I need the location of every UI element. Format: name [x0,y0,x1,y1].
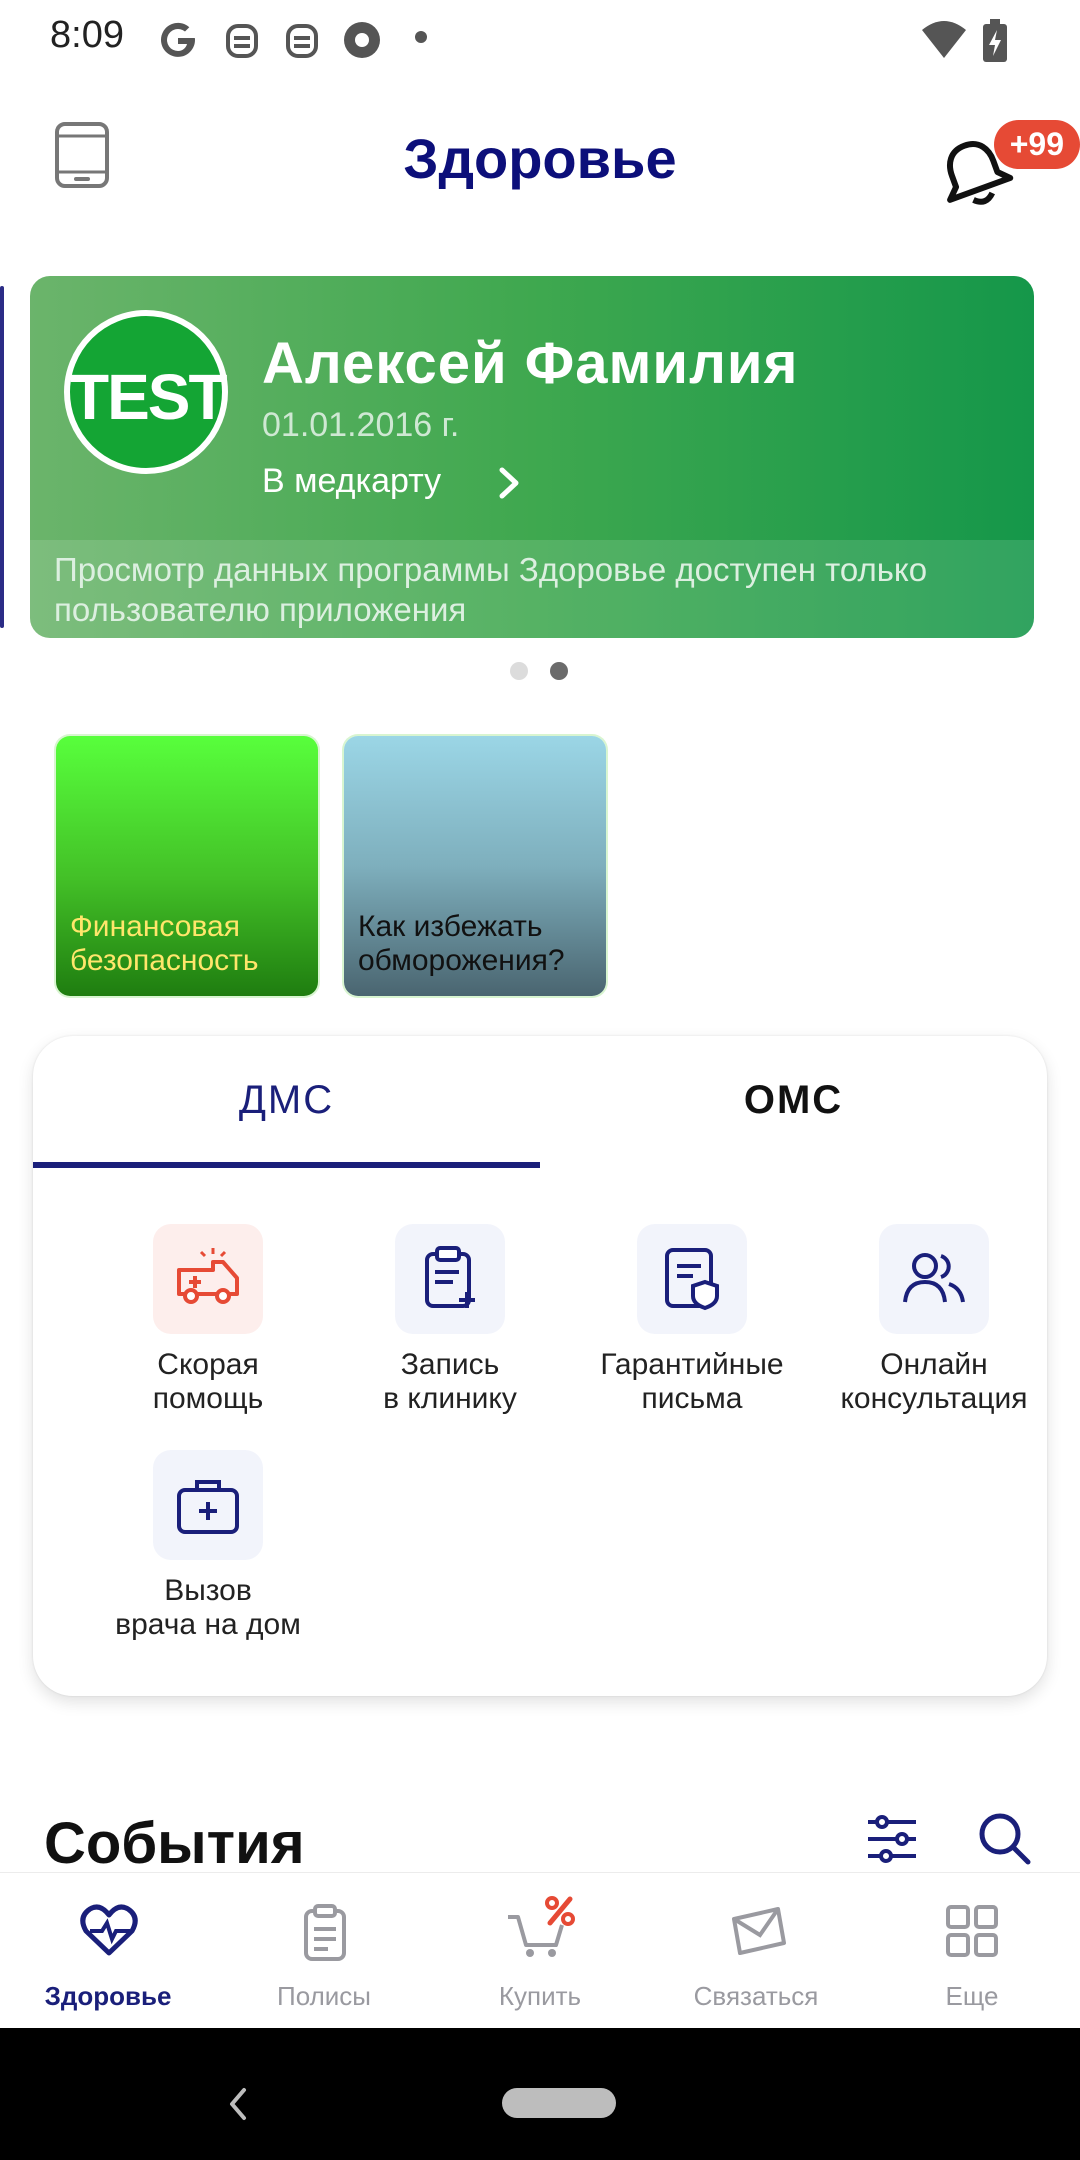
android-robot-icon [226,24,258,58]
document-shield-icon [665,1248,719,1311]
clipboard-icon [304,1904,346,1961]
cart-percent-icon [508,1896,575,1957]
clipboard-add-icon [425,1246,475,1308]
back-icon[interactable] [224,2084,252,2124]
dot-icon [415,31,427,43]
android-robot-icon [286,24,318,58]
profile-birth-date: 01.01.2016 г. [262,406,460,444]
notification-badge: +99 [993,120,1080,169]
services-card: ДМС ОМС Скорая помощь Запись в клинику Г… [33,1036,1047,1696]
document-shield-icon-box [637,1224,747,1334]
users-icon-box [879,1224,989,1334]
nav-item-buy[interactable]: Купить [432,1873,648,2029]
system-nav-bar [0,2028,1080,2160]
ambulance-icon [177,1248,239,1304]
tab-oms[interactable]: ОМС [540,1078,1047,1123]
nav-item-more[interactable]: Еще [864,1873,1080,2029]
tab-dms[interactable]: ДМС [33,1078,540,1123]
heart-pulse-icon [80,1904,138,1956]
avatar: TEST [64,310,228,474]
search-icon[interactable] [974,1808,1034,1868]
service-label: Скорая помощь [152,1348,264,1415]
filter-icon[interactable] [864,1812,920,1866]
nav-item-policies[interactable]: Полисы [216,1873,432,2029]
events-title: События [44,1811,305,1876]
medkit-icon [177,1480,239,1534]
battery-charging-icon [983,19,1007,62]
service-label: Гарантийные письма [600,1348,784,1415]
users-icon [903,1253,965,1303]
service-home-doctor[interactable]: Вызов врача на дом [87,1450,329,1642]
carousel-dot[interactable] [510,662,528,680]
mail-icon [732,1907,786,1955]
nav-label: Здоровье [44,1981,172,2011]
profile-card[interactable]: TEST Алексей Фамилия 01.01.2016 г. В мед… [30,276,1034,638]
tab-underline [33,1162,540,1168]
story-tile-finance[interactable]: Финансовая безопасность [56,736,318,996]
google-icon [161,22,195,57]
nav-label: Еще [945,1981,999,2011]
nav-label: Полисы [277,1981,371,2011]
profile-note: Просмотр данных программы Здоровье досту… [30,540,1034,638]
bottom-nav: Здоровье Полисы Купить Связаться Еще [0,1872,1080,2029]
story-tile-frostbite[interactable]: Как избежать обморожения? [344,736,606,996]
carousel-dot-active[interactable] [550,662,568,680]
browser-icon [344,22,380,58]
notifications-button[interactable]: +99 [930,120,1080,210]
chevron-right-icon[interactable] [492,464,526,502]
service-guarantee-letters[interactable]: Гарантийные письма [571,1224,813,1416]
nav-item-contact[interactable]: Связаться [648,1873,864,2029]
status-time: 8:09 [50,14,124,56]
clipboard-add-icon-box [395,1224,505,1334]
grid-icon [946,1905,998,1957]
medcard-link[interactable]: В медкарту [262,462,441,501]
status-bar: 8:09 [0,0,1080,80]
nav-item-health[interactable]: Здоровье [0,1873,216,2029]
service-label: Онлайн консультация [840,1348,1028,1415]
medkit-icon-box [153,1450,263,1560]
app-header: Здоровье +99 [0,100,1080,220]
story-label: Финансовая безопасность [70,910,259,977]
nav-label: Купить [498,1981,582,2011]
prev-card-edge [0,286,4,628]
story-label: Как избежать обморожения? [358,910,565,977]
avatar-text: TEST [70,361,228,433]
service-label: Запись в клинику [383,1348,517,1415]
profile-name: Алексей Фамилия [262,331,799,396]
service-clinic-booking[interactable]: Запись в клинику [329,1224,571,1416]
service-online-consultation[interactable]: Онлайн консультация [813,1224,1055,1416]
page-title: Здоровье [403,127,677,190]
service-ambulance[interactable]: Скорая помощь [87,1224,329,1416]
home-button[interactable] [502,2088,616,2118]
wifi-icon [922,21,966,58]
ambulance-icon-box [153,1224,263,1334]
nav-label: Связаться [693,1981,819,2011]
service-label: Вызов врача на дом [115,1574,301,1641]
